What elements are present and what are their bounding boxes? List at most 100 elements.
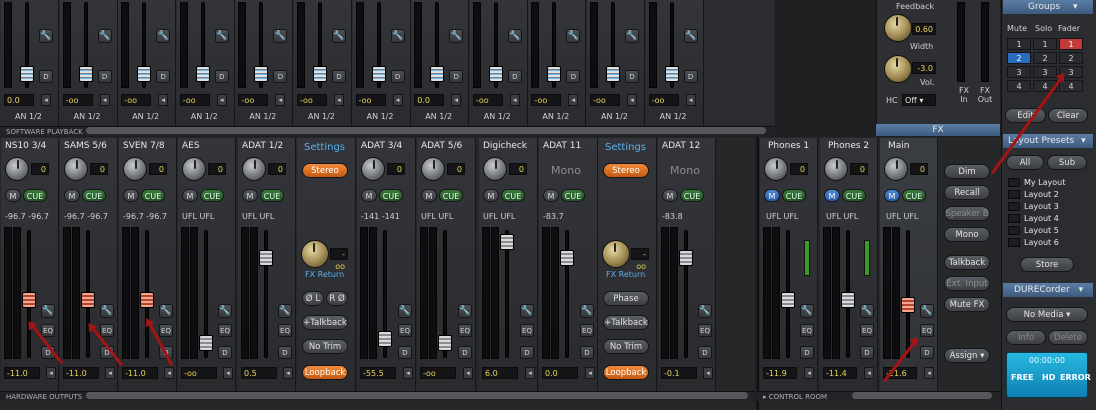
fader-value[interactable]: -11.0 xyxy=(63,367,99,379)
mute-button[interactable]: M xyxy=(123,189,139,202)
fader-value[interactable]: -oo xyxy=(181,367,217,379)
talkback-button[interactable]: Talkback xyxy=(944,255,990,270)
playback-routing[interactable]: AN 1/2 xyxy=(132,112,159,121)
volume-fader[interactable] xyxy=(841,291,855,308)
playback-routing[interactable]: AN 1/2 xyxy=(74,112,101,121)
playback-fader[interactable] xyxy=(547,66,562,82)
routing-arrow-button[interactable]: ◂ xyxy=(525,367,535,379)
channel-name[interactable]: ADAT 11 xyxy=(543,141,581,151)
layout-preset-item[interactable]: Layout 2 xyxy=(1008,189,1088,200)
channel-name[interactable]: AES xyxy=(182,141,200,151)
cue-button[interactable]: CUE xyxy=(82,189,106,202)
playback-level-value[interactable]: -oo xyxy=(238,94,269,106)
talkback-toggle[interactable]: +Talkback xyxy=(302,315,348,330)
gain-value[interactable]: 0 xyxy=(910,163,928,175)
gain-knob[interactable] xyxy=(64,157,88,181)
mute-button[interactable]: M xyxy=(361,189,377,202)
speaker-b-button[interactable]: Speaker B xyxy=(944,206,990,221)
routing-arrow-button[interactable]: ◂ xyxy=(283,367,293,379)
routing-arrow-button[interactable]: ◂ xyxy=(924,367,934,379)
eq-button[interactable]: EQ xyxy=(100,324,114,337)
channel-name[interactable]: ADAT 12 xyxy=(662,141,700,151)
group-cell[interactable]: 2 xyxy=(1033,52,1057,64)
ext-input-button[interactable]: Ext. Input xyxy=(944,276,990,291)
wrench-icon[interactable]: 🔧 xyxy=(39,29,53,43)
mute-button[interactable]: M xyxy=(421,189,437,202)
volume-fader[interactable] xyxy=(22,291,36,308)
playback-arrow-button[interactable]: ◂ xyxy=(451,94,462,106)
d-button[interactable]: D xyxy=(214,70,229,83)
playback-routing[interactable]: AN 1/2 xyxy=(601,112,628,121)
mono-button[interactable]: Mono xyxy=(944,227,990,242)
wrench-icon[interactable]: 🔧 xyxy=(920,304,934,318)
cue-button[interactable]: CUE xyxy=(379,189,403,202)
volume-fader[interactable] xyxy=(560,250,574,267)
feedback-knob[interactable] xyxy=(884,14,912,42)
playback-fader[interactable] xyxy=(137,66,152,82)
cue-button[interactable]: CUE xyxy=(561,189,585,202)
layout-preset-item[interactable]: Layout 4 xyxy=(1008,213,1088,224)
cue-button[interactable]: CUE xyxy=(842,189,866,202)
routing-arrow-button[interactable]: ◂ xyxy=(463,367,473,379)
gain-value[interactable]: 0 xyxy=(208,163,226,175)
fader-value[interactable]: -11.0 xyxy=(4,367,40,379)
gain-knob[interactable] xyxy=(242,157,266,181)
phase-button[interactable]: Phase xyxy=(603,291,649,306)
group-cell[interactable]: 4 xyxy=(1007,80,1031,92)
mute-button[interactable]: M xyxy=(64,189,80,202)
durecorder-media-select[interactable]: No Media ▾ xyxy=(1006,307,1088,322)
wrench-icon[interactable]: 🔧 xyxy=(156,29,171,43)
playback-level-value[interactable]: -oo xyxy=(648,94,679,106)
playback-arrow-button[interactable]: ◂ xyxy=(392,94,403,106)
playback-routing[interactable]: AN 1/2 xyxy=(425,112,452,121)
volume-fader[interactable] xyxy=(438,335,452,352)
playback-routing[interactable]: AN 1/2 xyxy=(249,112,276,121)
playback-fader[interactable] xyxy=(371,66,386,82)
routing-arrow-button[interactable]: ◂ xyxy=(403,367,413,379)
mute-fx-button[interactable]: Mute FX xyxy=(944,297,990,312)
d-button[interactable]: D xyxy=(698,346,712,359)
playback-fader[interactable] xyxy=(430,66,445,82)
control-room-scrollbar[interactable] xyxy=(852,392,992,399)
group-cell[interactable]: 1 xyxy=(1059,38,1083,50)
wrench-icon[interactable]: 🔧 xyxy=(520,304,534,318)
wrench-icon[interactable]: 🔧 xyxy=(100,304,114,318)
playback-routing[interactable]: AN 1/2 xyxy=(484,112,511,121)
volume-fader[interactable] xyxy=(500,234,514,251)
layout-preset-item[interactable]: Layout 3 xyxy=(1008,201,1088,212)
playback-fader[interactable] xyxy=(78,66,93,82)
playback-fader[interactable] xyxy=(195,66,210,82)
mute-button[interactable]: M xyxy=(824,189,840,202)
d-button[interactable]: D xyxy=(390,70,405,83)
mute-button[interactable]: M xyxy=(662,189,678,202)
playback-routing[interactable]: AN 1/2 xyxy=(308,112,335,121)
mute-button[interactable]: M xyxy=(483,189,499,202)
playback-level-value[interactable]: -oo xyxy=(297,94,327,106)
fader-value[interactable]: -55.5 xyxy=(360,367,396,379)
wrench-icon[interactable]: 🔧 xyxy=(218,304,232,318)
channel-name[interactable]: SAMS 5/6 xyxy=(64,141,107,151)
durecorder-delete-button[interactable]: Delete xyxy=(1048,330,1088,345)
groups-clear-button[interactable]: Clear xyxy=(1048,108,1088,123)
group-cell[interactable]: 3 xyxy=(1007,66,1031,78)
playback-routing[interactable]: AN 1/2 xyxy=(660,112,687,121)
wrench-icon[interactable]: 🔧 xyxy=(625,29,639,43)
gain-value[interactable]: 0 xyxy=(90,163,108,175)
fx-return-knob[interactable] xyxy=(602,240,630,268)
presets-sub-button[interactable]: Sub xyxy=(1047,155,1087,170)
gain-value[interactable]: 0 xyxy=(447,163,465,175)
d-button[interactable]: D xyxy=(566,70,581,83)
preset-checkbox[interactable] xyxy=(1008,178,1020,187)
wrench-icon[interactable]: 🔧 xyxy=(698,304,712,318)
playback-fader[interactable] xyxy=(313,66,327,82)
vol-value[interactable]: -3.0 xyxy=(912,62,936,74)
cue-button[interactable]: CUE xyxy=(260,189,284,202)
volume-fader[interactable] xyxy=(140,291,154,308)
playback-level-value[interactable]: -oo xyxy=(531,94,562,106)
playback-fader[interactable] xyxy=(20,66,34,82)
wrench-icon[interactable]: 🔧 xyxy=(214,29,229,43)
d-button[interactable]: D xyxy=(97,70,112,83)
playback-arrow-button[interactable]: ◂ xyxy=(509,94,520,106)
hc-select[interactable]: Off ▾ xyxy=(902,94,936,106)
wrench-icon[interactable]: 🔧 xyxy=(41,304,55,318)
